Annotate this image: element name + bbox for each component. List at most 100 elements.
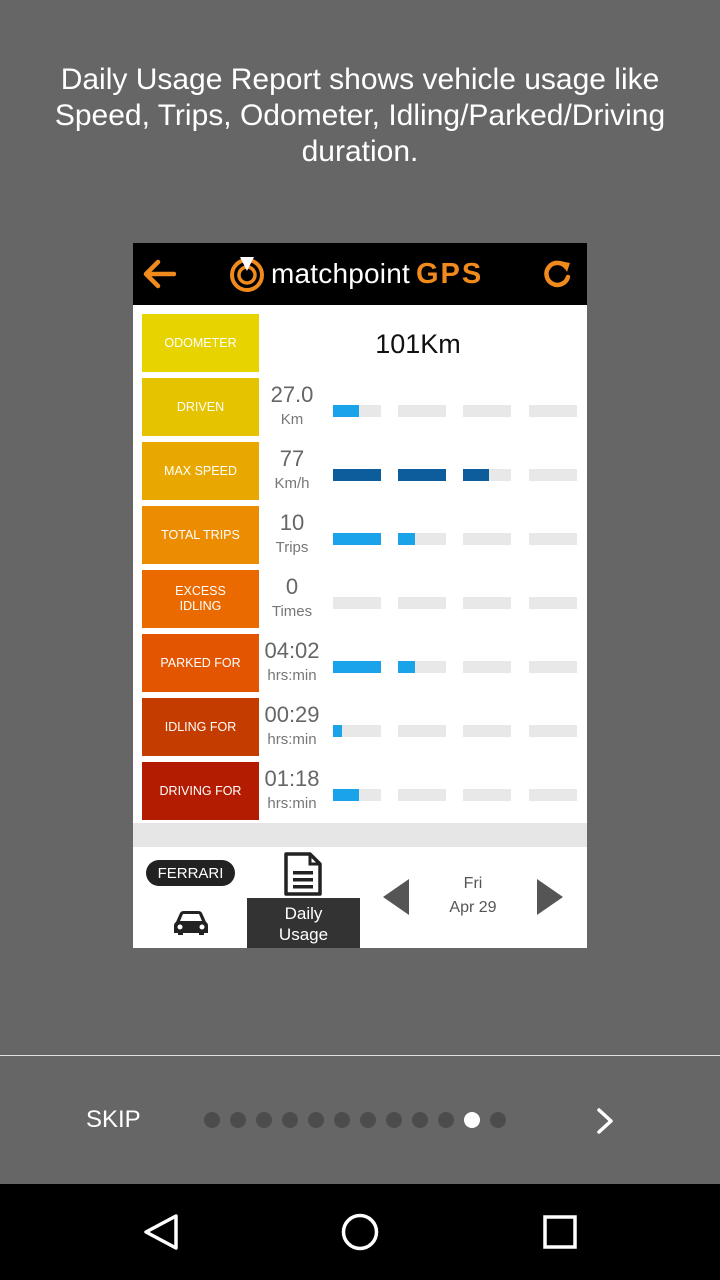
- matchpoint-logo-icon: [230, 257, 264, 292]
- metric-row: DRIVING FOR 01:18 hrs:min: [133, 753, 587, 820]
- metric-value: 27.0 Km: [259, 369, 325, 429]
- metric-bar-track: [398, 469, 446, 481]
- metric-bar-track: [463, 789, 511, 801]
- metric-bar-track: [333, 597, 381, 609]
- page-dot: [464, 1112, 480, 1128]
- metric-bar-track: [398, 725, 446, 737]
- metric-bar-track: [333, 405, 381, 417]
- metric-bar-track: [333, 469, 381, 481]
- metric-row: MAX SPEED 77 Km/h: [133, 433, 587, 500]
- metric-row: DRIVEN 27.0 Km: [133, 369, 587, 436]
- metric-bar-track: [529, 405, 577, 417]
- metric-bar-track: [529, 597, 577, 609]
- page-dot: [282, 1112, 298, 1128]
- metric-label: IDLING FOR: [142, 698, 259, 756]
- nav-back-icon[interactable]: [140, 1210, 182, 1254]
- metric-row: TOTAL TRIPS 10 Trips: [133, 497, 587, 564]
- odometer-row: ODOMETER 101Km: [133, 305, 587, 372]
- footer-divider: [0, 1055, 720, 1056]
- metric-label: DRIVING FOR: [142, 762, 259, 820]
- metric-number: 00:29: [264, 702, 320, 727]
- metric-row: EXCESS IDLING 0 Times: [133, 561, 587, 628]
- metric-bar-track: [529, 469, 577, 481]
- metric-label: EXCESS IDLING: [142, 570, 259, 628]
- metric-number: 04:02: [264, 638, 320, 663]
- daily-usage-tab[interactable]: Daily Usage: [247, 847, 360, 948]
- metric-row: IDLING FOR 00:29 hrs:min: [133, 689, 587, 756]
- metric-label: PARKED FOR: [142, 634, 259, 692]
- metric-unit: Trips: [275, 539, 309, 556]
- document-icon: [284, 852, 322, 896]
- nav-home-icon[interactable]: [338, 1210, 382, 1254]
- app-screenshot: matchpoint GPS ODOMETER 101Km DRIVEN 27.0…: [133, 243, 587, 948]
- metric-value: 10 Trips: [259, 497, 325, 557]
- arrow-left-icon: [143, 259, 176, 289]
- metric-unit: Km/h: [274, 475, 310, 492]
- onboarding-description: Daily Usage Report shows vehicle usage l…: [54, 63, 666, 168]
- odometer-value: 101Km: [375, 329, 461, 359]
- date-day: Fri: [463, 875, 483, 892]
- page-dot: [412, 1112, 428, 1128]
- page-dot: [230, 1112, 246, 1128]
- page-dot: [490, 1112, 506, 1128]
- page-dot: [256, 1112, 272, 1128]
- metric-bar-track: [463, 597, 511, 609]
- metric-value: 04:02 hrs:min: [259, 625, 325, 685]
- next-day-button[interactable]: [533, 875, 567, 919]
- metric-bar-track: [398, 661, 446, 673]
- daily-usage-label: Daily Usage: [247, 898, 360, 948]
- page-dot: [308, 1112, 324, 1128]
- back-button[interactable]: [139, 254, 179, 294]
- metric-bar-track: [333, 725, 381, 737]
- metric-bar-track: [529, 725, 577, 737]
- metric-value: 0 Times: [259, 561, 325, 621]
- metric-bar-track: [398, 597, 446, 609]
- metric-bar-track: [333, 789, 381, 801]
- app-bottom-bar: FERRARI Daily Usage Fri Apr 29: [133, 847, 587, 948]
- metric-bar-track: [463, 533, 511, 545]
- metric-bar-track: [398, 405, 446, 417]
- metric-bar-fill: [333, 789, 359, 801]
- metric-unit: hrs:min: [267, 667, 317, 684]
- metric-value: 00:29 hrs:min: [259, 689, 325, 749]
- metric-unit: hrs:min: [267, 795, 317, 812]
- app-logo: matchpoint GPS: [227, 249, 483, 299]
- metric-bar-fill: [333, 469, 381, 481]
- metric-bar-track: [463, 661, 511, 673]
- metric-bar-track: [529, 661, 577, 673]
- metric-number: 01:18: [264, 766, 320, 791]
- metric-bar-track: [529, 789, 577, 801]
- metric-bar-fill: [398, 469, 446, 481]
- refresh-button[interactable]: [537, 254, 577, 294]
- nav-recent-icon[interactable]: [540, 1212, 580, 1252]
- metric-number: 77: [279, 446, 305, 471]
- app-top-bar: matchpoint GPS: [133, 243, 587, 305]
- metric-number: 10: [279, 510, 305, 535]
- metric-bar-track: [463, 405, 511, 417]
- metric-bar-fill: [333, 661, 381, 673]
- metric-bar-track: [398, 533, 446, 545]
- metric-label: TOTAL TRIPS: [142, 506, 259, 564]
- page-dot: [334, 1112, 350, 1128]
- logo-text: matchpoint: [271, 258, 410, 289]
- date-value: Apr 29: [449, 899, 497, 916]
- page-dot: [204, 1112, 220, 1128]
- car-icon[interactable]: [171, 907, 211, 937]
- metric-bar-track: [398, 789, 446, 801]
- skip-button[interactable]: SKIP: [86, 1106, 141, 1134]
- chevron-right-icon[interactable]: [590, 1104, 620, 1138]
- metric-bar-track: [463, 725, 511, 737]
- metric-bar-track: [333, 533, 381, 545]
- odometer-label: ODOMETER: [142, 314, 259, 372]
- divider-strip: [133, 823, 587, 847]
- metric-bar-fill: [333, 405, 359, 417]
- page-dot: [360, 1112, 376, 1128]
- metric-unit: Km: [280, 411, 304, 428]
- refresh-icon: [544, 260, 571, 288]
- metric-unit: hrs:min: [267, 731, 317, 748]
- metric-value: 01:18 hrs:min: [259, 753, 325, 813]
- previous-day-button[interactable]: [379, 875, 413, 919]
- metric-bar-fill: [398, 533, 415, 545]
- page-indicator: [204, 1112, 516, 1128]
- vehicle-selector[interactable]: FERRARI: [146, 860, 235, 886]
